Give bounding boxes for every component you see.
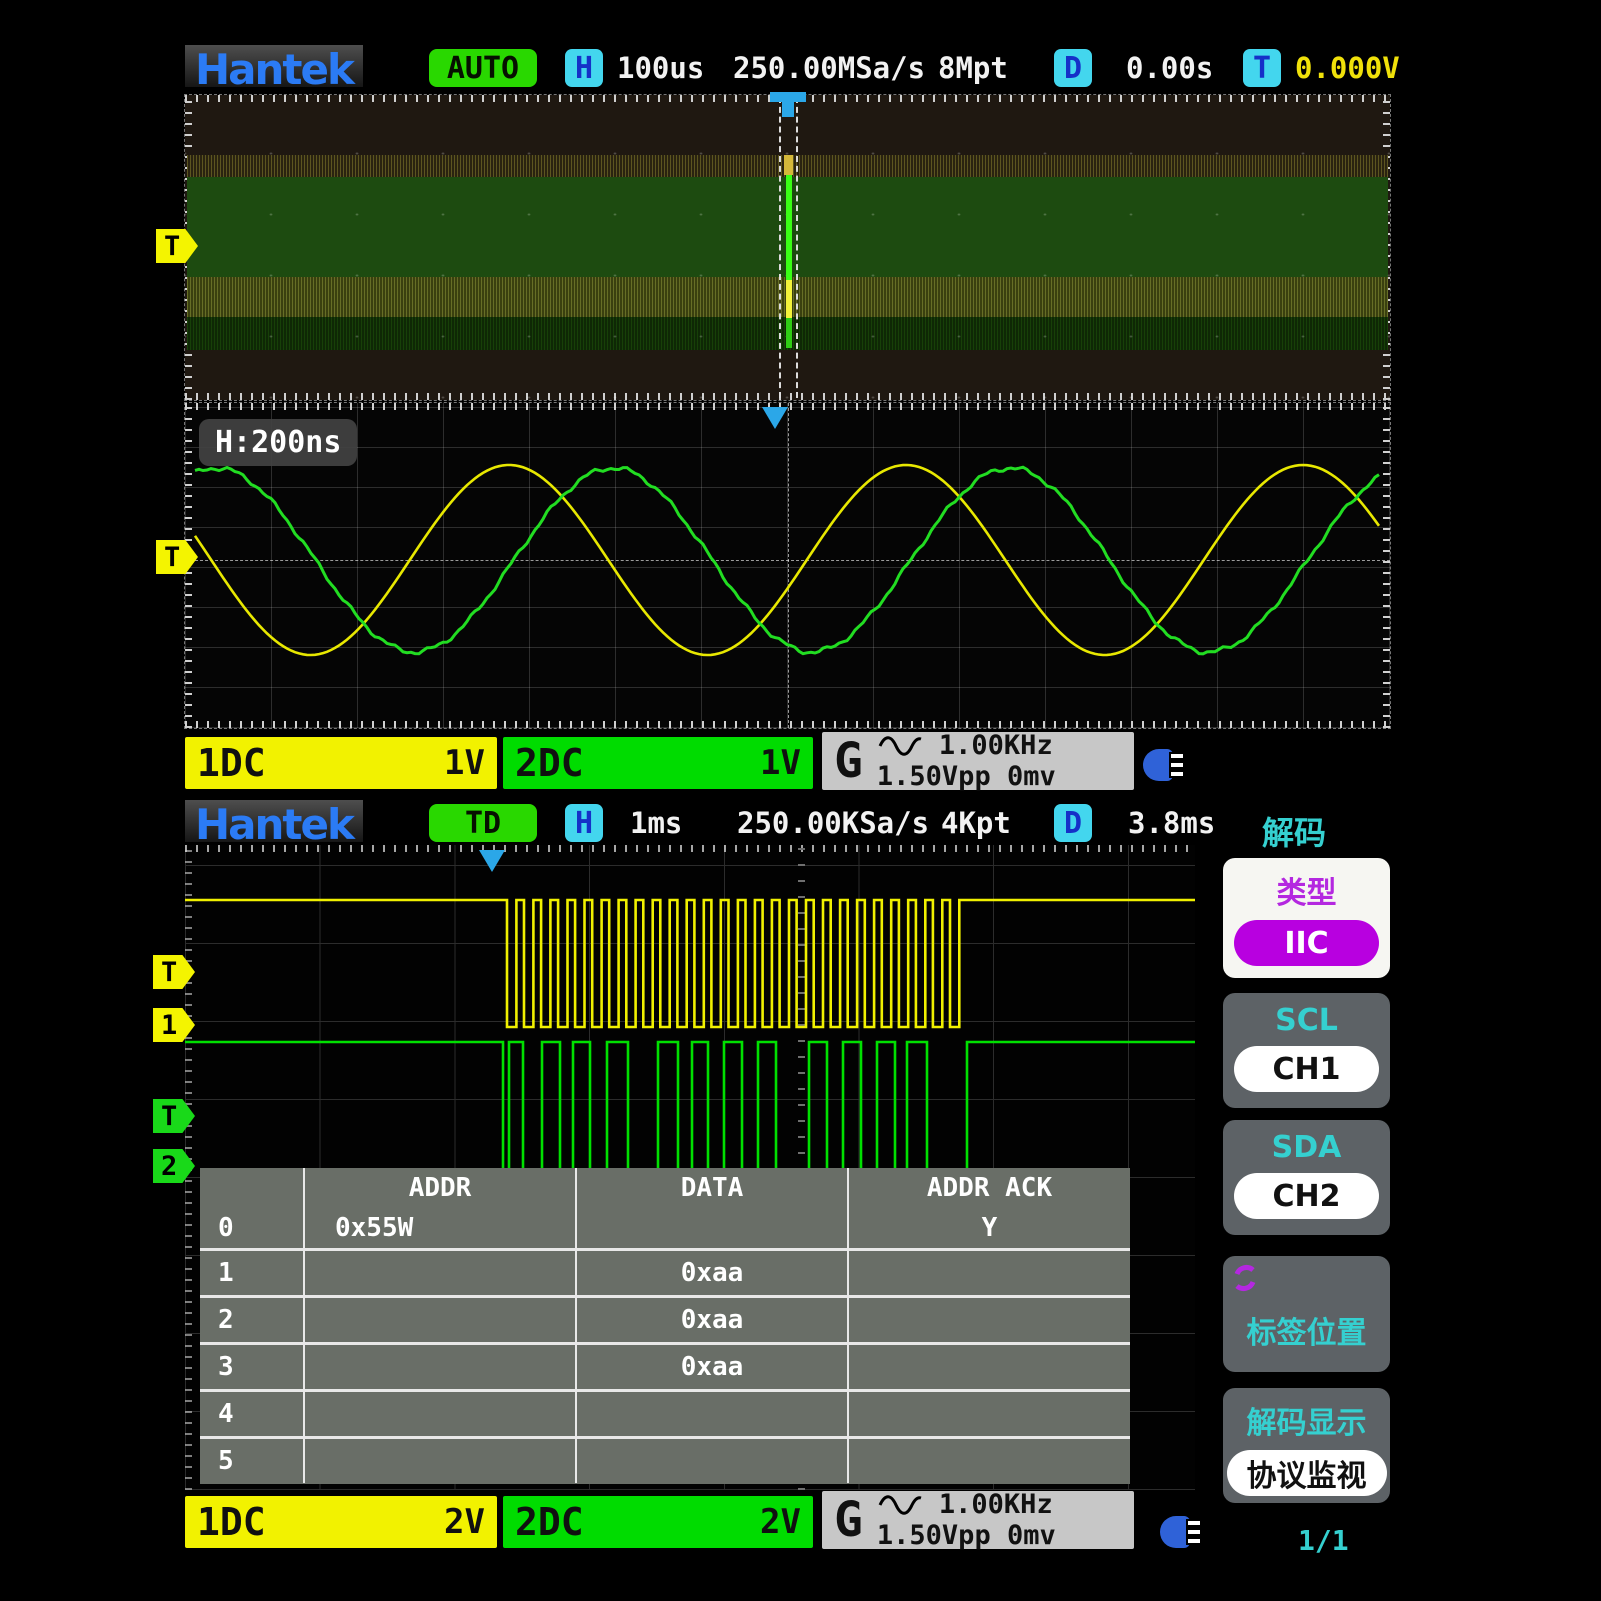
hantek-logo-2: Hantek [185, 800, 363, 842]
sine-waveforms [185, 403, 1390, 728]
acquisition-mode-badge-2[interactable]: TD [429, 804, 537, 842]
generator-freq: 1.00KHz [939, 730, 1053, 761]
sidebar-scl-panel[interactable]: SCL CH1 [1223, 993, 1390, 1108]
sample-rate-value-2: 250.00KSa/s [737, 804, 929, 842]
decode-table-row0: 0 0x55W Y [200, 1208, 1130, 1248]
decode-table-header-block: ADDR DATA ADDR ACK 0 0x55W Y [200, 1168, 1130, 1251]
timebase-value-2: 1ms [630, 804, 682, 842]
zoom-scale-label: H:200ns [199, 419, 357, 466]
generator-vpp-2: 1.50Vpp [877, 1520, 991, 1551]
zoom-region-ch1-slice [784, 155, 793, 175]
channel1-badge[interactable]: 1DC 1V [185, 737, 497, 789]
col-addr-ack: ADDR ACK [847, 1168, 1130, 1208]
sidebar-type-panel[interactable]: 类型 IIC [1223, 858, 1390, 978]
scl-value-button[interactable]: CH1 [1234, 1046, 1379, 1092]
usb-device-icon [1143, 749, 1189, 781]
generator-vpp: 1.50Vpp [877, 761, 991, 792]
ch2-sine-trace [195, 467, 1379, 654]
generator-label: G [834, 733, 863, 789]
tag-position-label: 标签位置 [1223, 1308, 1390, 1352]
generator-panel-2[interactable]: G 1.00KHz 1.50Vpp 0mv [822, 1491, 1134, 1549]
channel2-badge[interactable]: 2DC 1V [503, 737, 813, 789]
timebase-value: 100us [617, 49, 704, 87]
decode-display-label: 解码显示 [1223, 1398, 1390, 1442]
decode-table-row: 10xaa [200, 1251, 1130, 1295]
generator-freq-2: 1.00KHz [939, 1489, 1053, 1520]
scl-trace [185, 900, 1195, 1027]
sample-rate-value: 250.00MSa/s [733, 49, 925, 87]
delay-badge[interactable]: D [1054, 49, 1092, 87]
decode-table-header: ADDR DATA ADDR ACK [200, 1168, 1130, 1208]
channel2-label-2: 2DC [515, 1500, 584, 1544]
memory-depth-value: 8Mpt [938, 49, 1008, 87]
horizontal-badge-2[interactable]: H [565, 804, 603, 842]
decode-table-row: 20xaa [200, 1295, 1130, 1342]
generator-label-2: G [834, 1492, 863, 1548]
scl-label: SCL [1223, 1003, 1390, 1038]
hantek-logo: Hantek [185, 45, 363, 87]
horizontal-badge[interactable]: H [565, 49, 603, 87]
ch1-sine-trace [195, 465, 1379, 655]
decode-display-value-button[interactable]: 协议监视 [1227, 1450, 1387, 1496]
delay-badge-2[interactable]: D [1054, 804, 1092, 842]
decode-menu-title: 解码 [1262, 808, 1326, 854]
delay-value: 0.00s [1126, 49, 1213, 87]
scope1-zoom-window: H:200ns [185, 403, 1390, 728]
channel1-label: 1DC [197, 741, 266, 785]
type-label: 类型 [1223, 868, 1390, 912]
trigger-position-flag[interactable] [770, 92, 806, 102]
decode-table: ADDR DATA ADDR ACK 0 0x55W Y 10xaa20xaa3… [200, 1168, 1130, 1484]
screenshot-root: { "scope1": { "header": {"logo":"Hantek"… [0, 0, 1601, 1601]
col-data: DATA [575, 1168, 847, 1208]
generator-panel[interactable]: G 1.00KHz 1.50Vpp 0mv [822, 732, 1134, 790]
zoom-region-ch2-slice2 [786, 318, 792, 348]
delay-value-2: 3.8ms [1128, 804, 1215, 842]
zoom-region-ch1-slice2 [786, 280, 792, 318]
rotate-icon [1231, 1264, 1259, 1292]
sine-icon-2 [877, 1493, 923, 1517]
generator-offset-2: 0mv [1007, 1520, 1056, 1551]
decode-table-row: 4 [200, 1389, 1130, 1436]
channel2-scale-2: 2V [760, 1502, 801, 1542]
page-indicator: 1/1 [1298, 1524, 1349, 1557]
zoom-region-ch2-slice [786, 175, 792, 280]
trigger-level-value: 0.000V [1295, 49, 1400, 87]
channel2-scale: 1V [760, 743, 801, 783]
generator-offset: 0mv [1007, 761, 1056, 792]
channel1-scale-2: 2V [444, 1502, 485, 1542]
sidebar-tag-position-panel[interactable]: 标签位置 [1223, 1256, 1390, 1372]
acquisition-mode-badge[interactable]: AUTO [429, 49, 537, 87]
channel1-badge-2[interactable]: 1DC 2V [185, 1496, 497, 1548]
col-addr: ADDR [303, 1168, 575, 1208]
decode-table-row: 30xaa [200, 1342, 1130, 1389]
channel2-label: 2DC [515, 741, 584, 785]
channel1-label-2: 1DC [197, 1500, 266, 1544]
decode-table-row: 5 [200, 1436, 1130, 1483]
channel1-scale: 1V [444, 743, 485, 783]
usb-device-icon-2 [1160, 1516, 1206, 1548]
sine-icon [877, 734, 923, 758]
sda-value-button[interactable]: CH2 [1234, 1173, 1379, 1219]
type-value-button[interactable]: IIC [1234, 920, 1379, 966]
sidebar-sda-panel[interactable]: SDA CH2 [1223, 1120, 1390, 1235]
channel2-badge-2[interactable]: 2DC 2V [503, 1496, 813, 1548]
trigger-badge[interactable]: T [1243, 49, 1281, 87]
memory-depth-value-2: 4Kpt [941, 804, 1011, 842]
scope2-graticule: ADDR DATA ADDR ACK 0 0x55W Y 10xaa20xaa3… [185, 845, 1195, 1490]
sda-label: SDA [1223, 1130, 1390, 1165]
sidebar-decode-display-panel[interactable]: 解码显示 协议监视 [1223, 1388, 1390, 1503]
